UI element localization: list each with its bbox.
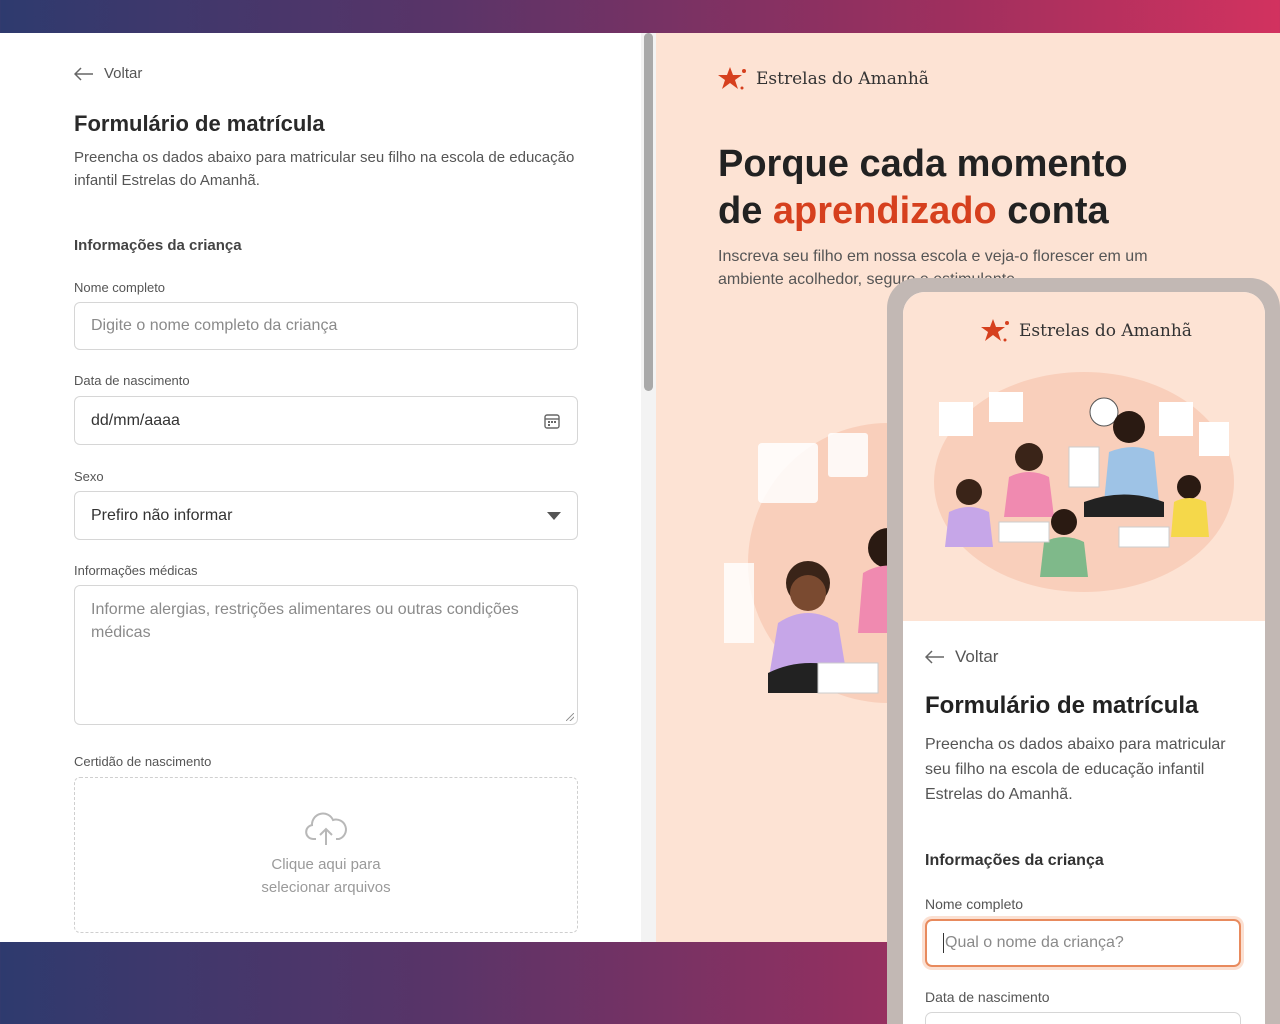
- phone-birth-label: Data de nascimento: [925, 989, 1050, 1005]
- birth-date-input[interactable]: dd/mm/aaaa: [74, 396, 578, 445]
- phone-page-title: Formulário de matrícula: [925, 692, 1199, 719]
- full-name-label: Nome completo: [74, 280, 166, 295]
- sex-label: Sexo: [74, 469, 104, 484]
- back-label: Voltar: [104, 65, 143, 82]
- full-name-input[interactable]: Digite o nome completo da criança: [74, 302, 578, 350]
- brand-logo: Estrelas do Amanhã: [718, 66, 929, 92]
- medical-label: Informações médicas: [74, 563, 198, 578]
- text-caret: [943, 933, 944, 953]
- page-subtitle: Preencha os dados abaixo para matricular…: [74, 149, 575, 189]
- back-link[interactable]: Voltar: [74, 65, 142, 82]
- arrow-left-icon: [925, 650, 944, 664]
- hero-heading: Porque cada momento de aprendizado conta: [718, 141, 1128, 235]
- star-logo-icon: [718, 67, 746, 90]
- phone-page-subtitle: Preencha os dados abaixo para matricular…: [925, 736, 1226, 803]
- calendar-icon[interactable]: [543, 412, 561, 430]
- phone-birth-input[interactable]: [925, 1012, 1241, 1024]
- phone-kids-illustration: [934, 372, 1234, 592]
- birth-date-value: dd/mm/aaaa: [91, 411, 180, 429]
- resize-handle[interactable]: [566, 713, 574, 721]
- birth-date-label: Data de nascimento: [74, 373, 190, 388]
- phone-brand-logo: Estrelas do Amanhã: [981, 318, 1192, 344]
- page-title: Formulário de matrícula: [74, 111, 325, 136]
- scrollbar[interactable]: [641, 33, 656, 942]
- phone-back-link[interactable]: Voltar: [925, 647, 998, 667]
- medical-textarea[interactable]: Informe alergias, restrições alimentares…: [74, 585, 578, 725]
- phone-mockup: Estrelas do Amanhã Voltar Formulário de …: [887, 278, 1280, 1024]
- phone-name-label: Nome completo: [925, 896, 1024, 912]
- upload-text-line1: Clique aqui para: [271, 856, 381, 873]
- arrow-left-icon: [74, 66, 93, 81]
- phone-screen: Estrelas do Amanhã Voltar Formulário de …: [903, 292, 1265, 1024]
- section-heading-child: Informações da criança: [74, 237, 242, 254]
- hero-heading-accent: aprendizado: [772, 190, 997, 232]
- phone-brand-name: Estrelas do Amanhã: [1019, 321, 1192, 341]
- upload-text-line2: selecionar arquivos: [261, 879, 391, 896]
- form-panel: Voltar Formulário de matrícula Preencha …: [0, 33, 641, 942]
- file-upload-dropzone[interactable]: Clique aqui para selecionar arquivos: [74, 777, 578, 933]
- certificate-label: Certidão de nascimento: [74, 754, 212, 769]
- scrollbar-thumb[interactable]: [644, 33, 653, 391]
- hero-heading-line2: de aprendizado conta: [718, 190, 1109, 232]
- medical-placeholder: Informe alergias, restrições alimentares…: [91, 601, 519, 641]
- brand-name: Estrelas do Amanhã: [756, 69, 929, 89]
- cloud-upload-icon: [305, 812, 347, 845]
- hero-heading-line1: Porque cada momento: [718, 143, 1128, 185]
- phone-back-label: Voltar: [955, 647, 999, 666]
- phone-section-heading: Informações da criança: [925, 852, 1104, 869]
- star-logo-icon: [981, 319, 1009, 342]
- sex-select[interactable]: Prefiro não informar: [74, 491, 578, 540]
- phone-name-placeholder: Qual o nome da criança?: [945, 934, 1124, 951]
- full-name-placeholder: Digite o nome completo da criança: [91, 317, 338, 334]
- phone-name-input[interactable]: Qual o nome da criança?: [925, 919, 1241, 967]
- phone-hero: Estrelas do Amanhã: [903, 292, 1265, 621]
- caret-down-icon: [547, 511, 561, 520]
- sex-value: Prefiro não informar: [91, 506, 233, 524]
